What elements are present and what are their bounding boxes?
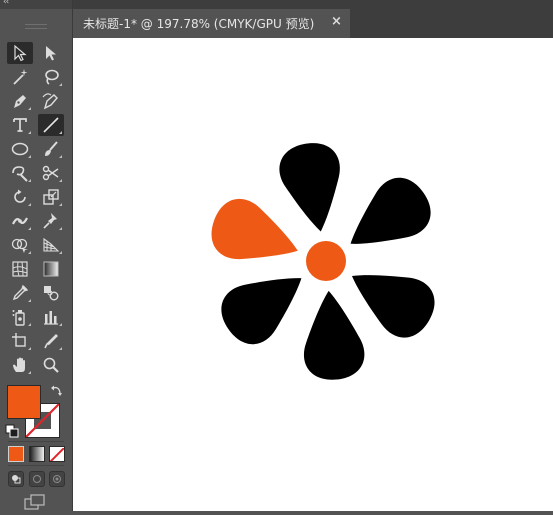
pen-nib-icon (14, 95, 26, 108)
tools-panel-header[interactable]: ‹‹ (0, 0, 72, 9)
shaper-icon (12, 166, 28, 182)
slice-knife-icon (44, 334, 58, 349)
type-t-icon (13, 118, 27, 132)
scale-icon (43, 189, 59, 205)
mesh-tool[interactable] (7, 258, 33, 280)
zoom-tool[interactable] (38, 354, 64, 376)
pushpin-icon (43, 213, 57, 229)
swap-fill-stroke-icon[interactable] (50, 384, 64, 398)
eyedropper-tool[interactable] (7, 282, 33, 304)
hand-icon (13, 357, 25, 372)
paintbrush-tool[interactable] (38, 138, 64, 160)
type-tool[interactable] (7, 114, 33, 136)
color-mode-button[interactable] (8, 446, 24, 462)
column-graph-icon (44, 311, 58, 325)
pen-tool[interactable] (7, 90, 33, 112)
draw-normal-button[interactable] (8, 471, 24, 487)
lasso-tool[interactable] (38, 66, 64, 88)
blend-tool[interactable] (38, 282, 64, 304)
selection-arrow-icon (14, 44, 27, 62)
fill-color-swatch[interactable] (7, 385, 41, 419)
none-mode-button[interactable] (49, 446, 65, 462)
gradient-icon (43, 261, 59, 277)
scissors-icon (42, 165, 59, 181)
document-tab-title[interactable]: 未标题-1* @ 197.78% (CMYK/GPU 预览) (83, 15, 314, 32)
draw-inside-icon (53, 475, 61, 483)
symbol-sprayer-tool[interactable] (7, 306, 33, 328)
document-tab[interactable]: 未标题-1* @ 197.78% (CMYK/GPU 预览) × (73, 9, 350, 38)
draw-inside-button[interactable] (49, 471, 65, 487)
draw-behind-icon (33, 475, 41, 483)
shape-builder-tool[interactable] (7, 234, 33, 256)
draw-behind-button[interactable] (29, 471, 45, 487)
eyedropper-icon (12, 284, 29, 301)
tools-panel: ‹‹ (0, 0, 73, 511)
slice-tool[interactable] (38, 330, 64, 352)
mesh-icon (12, 261, 28, 277)
artboard-tool[interactable] (7, 330, 33, 352)
black-petal[interactable] (211, 253, 319, 354)
width-tool-icon (12, 217, 28, 225)
black-petal[interactable] (276, 139, 351, 237)
perspective-grid-tool[interactable] (38, 234, 64, 256)
ellipse-tool[interactable] (7, 138, 33, 160)
orange-petal[interactable] (204, 192, 308, 279)
rotate-tool[interactable] (7, 186, 33, 208)
document-tab-bar: 未标题-1* @ 197.78% (CMYK/GPU 预览) × (73, 0, 553, 38)
black-petal[interactable] (333, 168, 441, 269)
column-graph-tool[interactable] (38, 306, 64, 328)
center-circle[interactable] (306, 241, 346, 281)
perspective-grid-icon (43, 237, 60, 252)
flower-artwork[interactable] (73, 38, 553, 511)
selection-tool[interactable] (7, 42, 33, 64)
rotate-icon (14, 189, 26, 203)
lasso-icon (45, 69, 59, 85)
collapse-panel-icon[interactable]: ‹‹ (3, 0, 9, 7)
close-tab-icon[interactable]: × (331, 14, 342, 29)
curvature-tool[interactable] (38, 90, 64, 112)
symbol-sprayer-icon (12, 310, 25, 326)
scissors-tool[interactable] (38, 162, 64, 184)
artboard-icon (12, 333, 26, 347)
panel-grip[interactable] (25, 24, 47, 29)
black-petal[interactable] (298, 288, 366, 382)
divider (8, 465, 64, 466)
magnifier-icon (43, 357, 59, 373)
gradient-mode-button[interactable] (29, 446, 45, 462)
draw-normal-icon (12, 475, 21, 484)
puppet-warp-tool[interactable] (38, 210, 64, 232)
magic-wand-tool[interactable] (7, 66, 33, 88)
default-fill-stroke-icon[interactable] (5, 424, 19, 438)
curvature-pen-icon (42, 93, 58, 110)
direct-selection-tool[interactable] (38, 42, 64, 64)
blend-icon (44, 286, 59, 301)
scale-tool[interactable] (38, 186, 64, 208)
screen-mode-icon[interactable] (24, 494, 46, 511)
shaper-tool[interactable] (7, 162, 33, 184)
gradient-tool[interactable] (38, 258, 64, 280)
magic-wand-icon (13, 69, 28, 85)
paintbrush-icon (45, 141, 58, 156)
line-segment-tool[interactable] (38, 114, 64, 136)
ellipse-icon (11, 142, 29, 156)
divider (8, 441, 64, 442)
hand-tool[interactable] (7, 354, 33, 376)
line-segment-icon (43, 117, 59, 133)
width-tool[interactable] (7, 210, 33, 232)
shape-builder-icon (11, 238, 28, 253)
none-slash-icon (50, 447, 64, 461)
artboard-canvas[interactable] (73, 38, 553, 511)
direct-selection-arrow-icon (46, 46, 56, 61)
